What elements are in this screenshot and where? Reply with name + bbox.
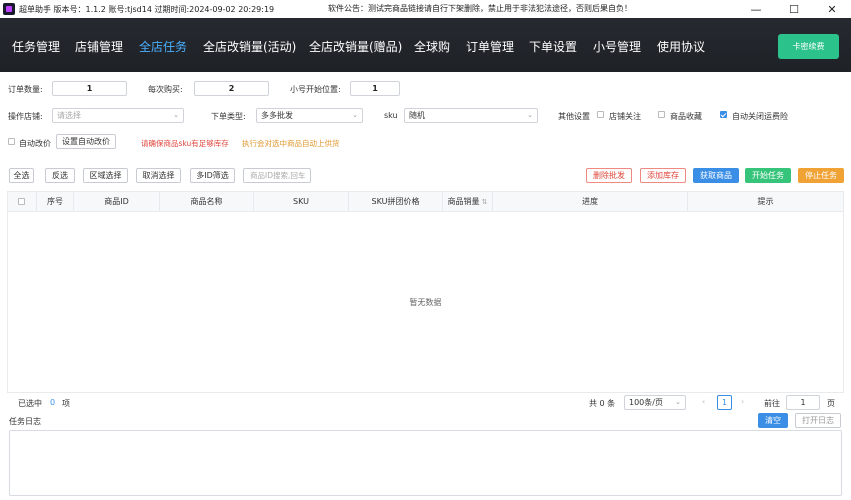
selected-label: 已选中	[18, 399, 42, 408]
nav-order-management[interactable]: 订单管理	[466, 38, 514, 55]
nav-all-shop-task[interactable]: 全店任务	[139, 38, 187, 55]
goods-favorite-checkbox[interactable]	[658, 111, 665, 118]
multi-id-filter-button[interactable]: 多ID筛选	[190, 168, 235, 183]
task-log-title: 任务日志	[9, 417, 41, 426]
open-log-button[interactable]: 打开日志	[795, 413, 841, 428]
sort-icon[interactable]: ⇅	[482, 198, 488, 206]
start-position-label: 小号开始位置:	[290, 85, 341, 94]
table-empty-text: 暂无数据	[409, 298, 442, 307]
nav-task-management[interactable]: 任务管理	[12, 38, 60, 55]
cancel-selection-button[interactable]: 取消选择	[136, 168, 181, 183]
page-size-select[interactable]: 100条/页 ⌄	[624, 395, 686, 410]
supply-warning-text: 执行会对选中商品自动上供货	[242, 139, 340, 148]
minimize-button[interactable]: —	[737, 0, 775, 18]
clear-log-button[interactable]: 清空	[758, 413, 788, 428]
selected-count: 0	[50, 398, 56, 407]
main-nav: 任务管理 店铺管理 全店任务 全店改销量(活动) 全店改销量(赠品) 全球购 订…	[0, 18, 851, 72]
auto-price-checkbox[interactable]	[8, 138, 15, 145]
nav-shop-management[interactable]: 店铺管理	[75, 38, 123, 55]
shop-select-placeholder: 请选择	[57, 111, 81, 120]
col-goods-name: 商品名称	[160, 192, 254, 212]
nav-order-settings[interactable]: 下单设置	[529, 38, 577, 55]
col-progress: 进度	[493, 192, 688, 212]
window-title: 超单助手 版本号：1.1.2 账号:tjsd14 过期时间:2024-09-02…	[19, 4, 275, 14]
order-type-label: 下单类型:	[211, 112, 246, 121]
col-sku: SKU	[254, 192, 349, 212]
shop-follow-label: 店铺关注	[609, 112, 641, 121]
goto-page-input[interactable]: 1	[786, 395, 820, 410]
fetch-goods-button[interactable]: 获取商品	[693, 168, 739, 183]
table-header: 序号 商品ID 商品名称 SKU SKU拼团价格 商品销量 ⇅ 进度 提示	[8, 192, 843, 212]
close-button[interactable]: ✕	[813, 0, 851, 18]
next-page-icon[interactable]: ›	[741, 397, 744, 406]
prev-page-icon[interactable]: ‹	[702, 397, 705, 406]
start-position-input[interactable]: 1	[350, 81, 400, 96]
chevron-down-icon: ⌄	[675, 398, 681, 406]
app-logo-icon	[3, 3, 15, 15]
auto-close-freight-insurance-checkbox[interactable]	[720, 111, 727, 118]
nav-account-management[interactable]: 小号管理	[593, 38, 641, 55]
stock-warning-text: 请确保商品sku有足够库存	[141, 139, 229, 148]
per-buy-label: 每次购买:	[148, 85, 183, 94]
sku-value: 随机	[409, 111, 425, 120]
chevron-down-icon: ⌄	[173, 111, 179, 119]
col-index: 序号	[37, 192, 74, 212]
start-task-button[interactable]: 开始任务	[745, 168, 791, 183]
nav-shop-sales-activity[interactable]: 全店改销量(活动)	[203, 38, 296, 55]
order-type-value: 多多批发	[261, 111, 293, 120]
col-goods-sales[interactable]: 商品销量 ⇅	[443, 192, 493, 212]
sku-label: sku	[384, 111, 398, 120]
goto-label: 前往	[764, 399, 780, 408]
select-all-button[interactable]: 全选	[9, 168, 34, 183]
goods-table: 序号 商品ID 商品名称 SKU SKU拼团价格 商品销量 ⇅ 进度 提示 暂无数…	[7, 191, 844, 393]
page-unit: 页	[827, 399, 835, 408]
maximize-button[interactable]: ☐	[775, 0, 813, 18]
nav-shop-sales-gift[interactable]: 全店改销量(赠品)	[309, 38, 402, 55]
total-count-text: 共 0 条	[589, 399, 616, 408]
add-stock-button[interactable]: 添加库存	[640, 168, 686, 183]
shop-label: 操作店铺:	[8, 112, 43, 121]
shop-follow-checkbox[interactable]	[597, 111, 604, 118]
sku-select[interactable]: 随机 ⌄	[404, 108, 538, 123]
order-qty-label: 订单数量:	[8, 85, 43, 94]
chevron-down-icon: ⌄	[527, 111, 533, 119]
col-tip: 提示	[757, 197, 774, 206]
delete-batch-button[interactable]: 删除批发	[586, 168, 632, 183]
order-type-select[interactable]: 多多批发 ⌄	[256, 108, 363, 123]
stop-task-button[interactable]: 停止任务	[798, 168, 844, 183]
nav-user-agreement[interactable]: 使用协议	[657, 38, 705, 55]
page-size-value: 100条/页	[629, 398, 663, 407]
window-controls: — ☐ ✕	[737, 0, 851, 18]
range-select-button[interactable]: 区域选择	[83, 168, 128, 183]
header-select-all-checkbox[interactable]	[18, 198, 25, 205]
task-log-area[interactable]	[9, 430, 842, 496]
shop-select[interactable]: 请选择 ⌄	[52, 108, 184, 123]
other-settings-label: 其他设置	[558, 112, 590, 121]
chevron-down-icon: ⌄	[352, 111, 358, 119]
goods-favorite-label: 商品收藏	[670, 112, 702, 121]
header-select-cell	[8, 192, 37, 212]
order-qty-input[interactable]: 1	[52, 81, 127, 96]
selected-unit: 项	[62, 399, 70, 408]
goods-id-search-input[interactable]: 商品ID搜索,回车	[243, 168, 311, 183]
current-page-button[interactable]: 1	[717, 395, 732, 410]
auto-close-freight-insurance-label: 自动关闭运费险	[732, 112, 788, 121]
card-key-renew-button[interactable]: 卡密续费	[778, 34, 839, 59]
set-auto-price-button[interactable]: 设置自动改价	[56, 134, 116, 149]
announcement-text: 软件公告：测试完商品链接请自行下架删除，禁止用于非法犯法途径，否则后果自负！	[328, 4, 632, 13]
auto-price-label: 自动改价	[19, 139, 51, 148]
nav-global-buy[interactable]: 全球购	[414, 38, 450, 55]
col-goods-sales-label: 商品销量	[447, 197, 480, 206]
title-bar: 超单助手 版本号：1.1.2 账号:tjsd14 过期时间:2024-09-02…	[0, 0, 851, 18]
invert-selection-button[interactable]: 反选	[45, 168, 75, 183]
col-sku-group-price: SKU拼团价格	[349, 192, 443, 212]
per-buy-input[interactable]: 2	[194, 81, 269, 96]
col-goods-id: 商品ID	[74, 192, 160, 212]
